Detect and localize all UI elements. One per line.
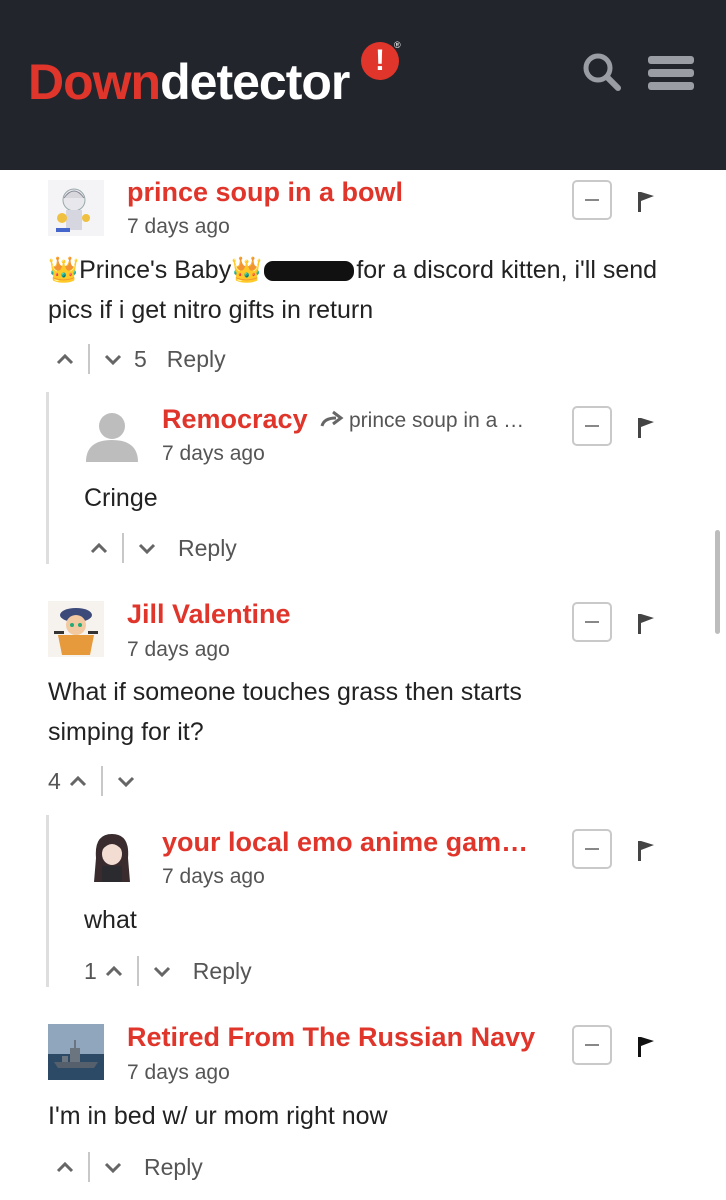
- menu-icon[interactable]: [648, 56, 694, 90]
- minus-icon[interactable]: [572, 406, 612, 446]
- flag-icon[interactable]: [637, 1035, 657, 1059]
- chevron-down-icon[interactable]: [136, 537, 158, 559]
- reply-button[interactable]: Reply: [167, 346, 226, 373]
- flag-icon[interactable]: [637, 839, 657, 863]
- arrow-right-icon: [320, 410, 344, 430]
- upvote-count: 4: [48, 767, 61, 794]
- comment-body-prefix: 👑Prince's Baby👑: [48, 256, 263, 284]
- vote-divider: [88, 1152, 90, 1182]
- comment-author[interactable]: Jill Valentine: [127, 598, 291, 630]
- comment-actions: 5 Reply: [54, 342, 226, 376]
- chevron-up-icon[interactable]: [54, 1156, 76, 1178]
- upvote-count: 1: [84, 957, 97, 984]
- comment-timestamp: 7 days ago: [162, 442, 265, 465]
- comment-timestamp: 7 days ago: [162, 865, 265, 888]
- avatar[interactable]: [84, 828, 140, 884]
- chevron-up-icon[interactable]: [103, 960, 125, 982]
- chevron-up-icon[interactable]: [88, 537, 110, 559]
- comment-timestamp: 7 days ago: [127, 215, 230, 238]
- search-icon[interactable]: [582, 52, 622, 92]
- comment-author[interactable]: Remocracy: [162, 403, 308, 435]
- minus-icon[interactable]: [572, 180, 612, 220]
- site-header: Downdetector ! ®: [0, 0, 726, 170]
- avatar[interactable]: [48, 1024, 104, 1080]
- chevron-down-icon[interactable]: [115, 770, 137, 792]
- logo-down-text: Down: [28, 54, 161, 110]
- censor-scribble: [264, 261, 355, 282]
- chevron-down-icon[interactable]: [151, 960, 173, 982]
- chevron-down-icon[interactable]: [102, 1156, 124, 1178]
- comment-timestamp: 7 days ago: [127, 638, 230, 661]
- comment-body: Cringe: [84, 484, 158, 512]
- chevron-up-icon[interactable]: [67, 770, 89, 792]
- flag-icon[interactable]: [637, 416, 657, 440]
- reply-button[interactable]: Reply: [193, 958, 252, 985]
- minus-icon[interactable]: [572, 602, 612, 642]
- logo-detector-text: detector: [160, 54, 350, 110]
- comment-author[interactable]: prince soup in a bowl: [127, 176, 403, 208]
- logo-registered-mark: ®: [394, 40, 401, 50]
- chevron-up-icon[interactable]: [54, 348, 76, 370]
- vote-divider: [122, 533, 124, 563]
- comment-author[interactable]: Retired From The Russian Navy: [127, 1021, 535, 1053]
- comment-body: what: [84, 906, 137, 934]
- reply-to-author[interactable]: prince soup in a …: [349, 405, 524, 437]
- minus-icon[interactable]: [572, 1025, 612, 1065]
- scrollbar-thumb[interactable]: [715, 530, 720, 634]
- comment-timestamp: 7 days ago: [127, 1061, 230, 1084]
- comment-actions: 1 Reply: [84, 954, 252, 988]
- reply-button[interactable]: Reply: [144, 1154, 203, 1181]
- avatar[interactable]: [84, 406, 140, 462]
- minus-icon[interactable]: [572, 829, 612, 869]
- flag-icon[interactable]: [637, 612, 657, 636]
- vote-divider: [136, 956, 139, 986]
- comment-actions: Reply: [54, 1150, 203, 1184]
- comment-author[interactable]: your local emo anime gam…: [162, 826, 528, 858]
- downdetector-logo[interactable]: Downdetector: [28, 52, 350, 112]
- vote-divider: [100, 766, 103, 796]
- thread-line: [46, 815, 49, 987]
- avatar[interactable]: [48, 180, 104, 236]
- downvote-count: 5: [134, 345, 147, 372]
- comment-body: 👑Prince's Baby👑 for a discord kitten, i'l…: [48, 250, 688, 330]
- flag-icon[interactable]: [637, 190, 657, 214]
- comment-body: I'm in bed w/ ur mom right now: [48, 1102, 388, 1130]
- reply-button[interactable]: Reply: [178, 535, 237, 562]
- thread-line: [46, 392, 49, 564]
- vote-divider: [88, 344, 90, 374]
- comment-body: What if someone touches grass then start…: [48, 678, 522, 746]
- comment-actions: Reply: [88, 531, 237, 565]
- avatar[interactable]: [48, 601, 104, 657]
- comment-actions: 4: [48, 764, 137, 798]
- chevron-down-icon[interactable]: [102, 348, 124, 370]
